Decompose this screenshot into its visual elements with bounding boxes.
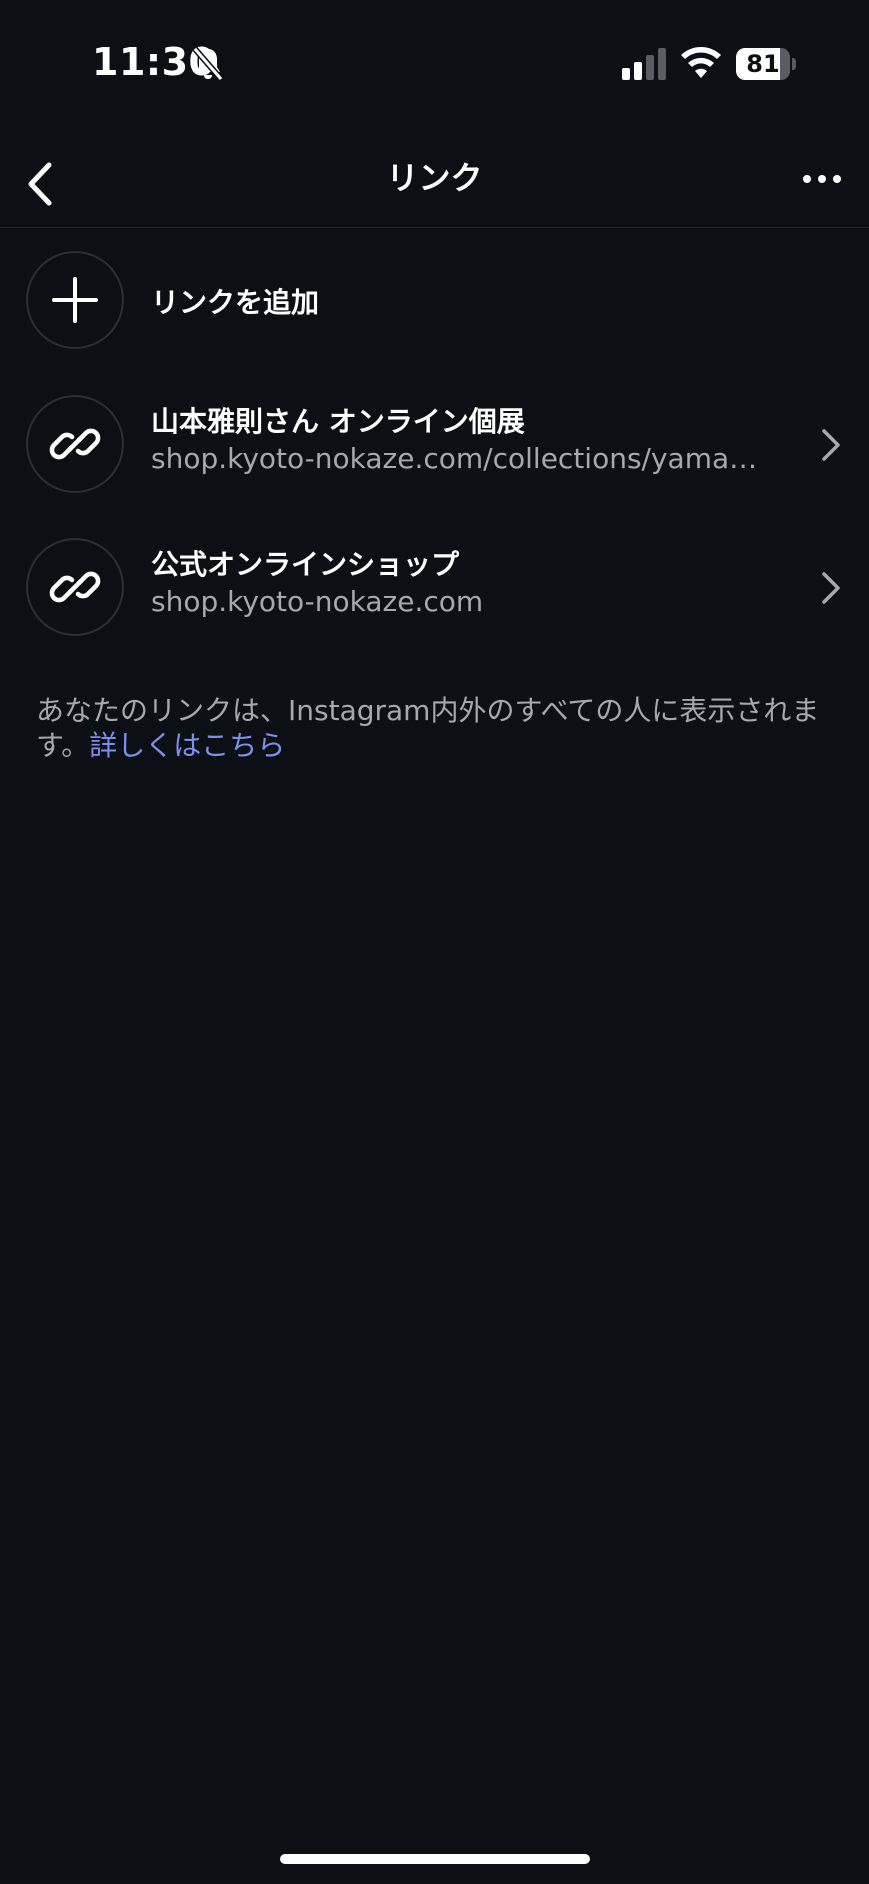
link-icon-circle xyxy=(26,395,124,493)
signal-icon xyxy=(622,48,666,80)
visibility-note: あなたのリンクは、Instagram内外のすべての人に表示されます。詳しくはこち… xyxy=(36,693,836,763)
battery-icon: 81 xyxy=(736,48,796,80)
link-url: shop.kyoto-nokaze.com xyxy=(151,585,484,618)
add-link-button[interactable]: リンクを追加 xyxy=(0,241,869,361)
nav-header: リンク xyxy=(0,140,869,228)
link-title: 公式オンラインショップ xyxy=(151,548,460,581)
links-screen: 11:30 81 リンク リンクを追加 山本雅則さん オンライン個展 shop.… xyxy=(0,0,869,1884)
plus-icon xyxy=(52,277,98,323)
wifi-icon xyxy=(681,47,721,78)
chevron-right-icon xyxy=(822,429,840,461)
add-link-label: リンクを追加 xyxy=(151,286,320,319)
link-item[interactable]: 公式オンラインショップ shop.kyoto-nokaze.com xyxy=(0,528,869,648)
learn-more-link[interactable]: 詳しくはこちら xyxy=(89,729,285,762)
link-item[interactable]: 山本雅則さん オンライン個展 shop.kyoto-nokaze.com/col… xyxy=(0,385,869,505)
link-icon xyxy=(49,571,101,603)
link-icon xyxy=(49,428,101,460)
ellipsis-icon xyxy=(803,175,841,183)
battery-level: 81 xyxy=(746,50,780,78)
bell-slash-icon xyxy=(192,47,224,81)
page-title: リンク xyxy=(386,159,483,197)
link-title: 山本雅則さん オンライン個展 xyxy=(151,405,525,438)
more-options-button[interactable] xyxy=(795,154,849,204)
link-icon-circle xyxy=(26,538,124,636)
chevron-right-icon xyxy=(822,572,840,604)
home-indicator[interactable] xyxy=(280,1854,590,1864)
status-bar: 11:30 81 xyxy=(0,0,869,120)
link-url: shop.kyoto-nokaze.com/collections/yamamo… xyxy=(151,442,771,475)
add-link-icon-circle xyxy=(26,251,124,349)
